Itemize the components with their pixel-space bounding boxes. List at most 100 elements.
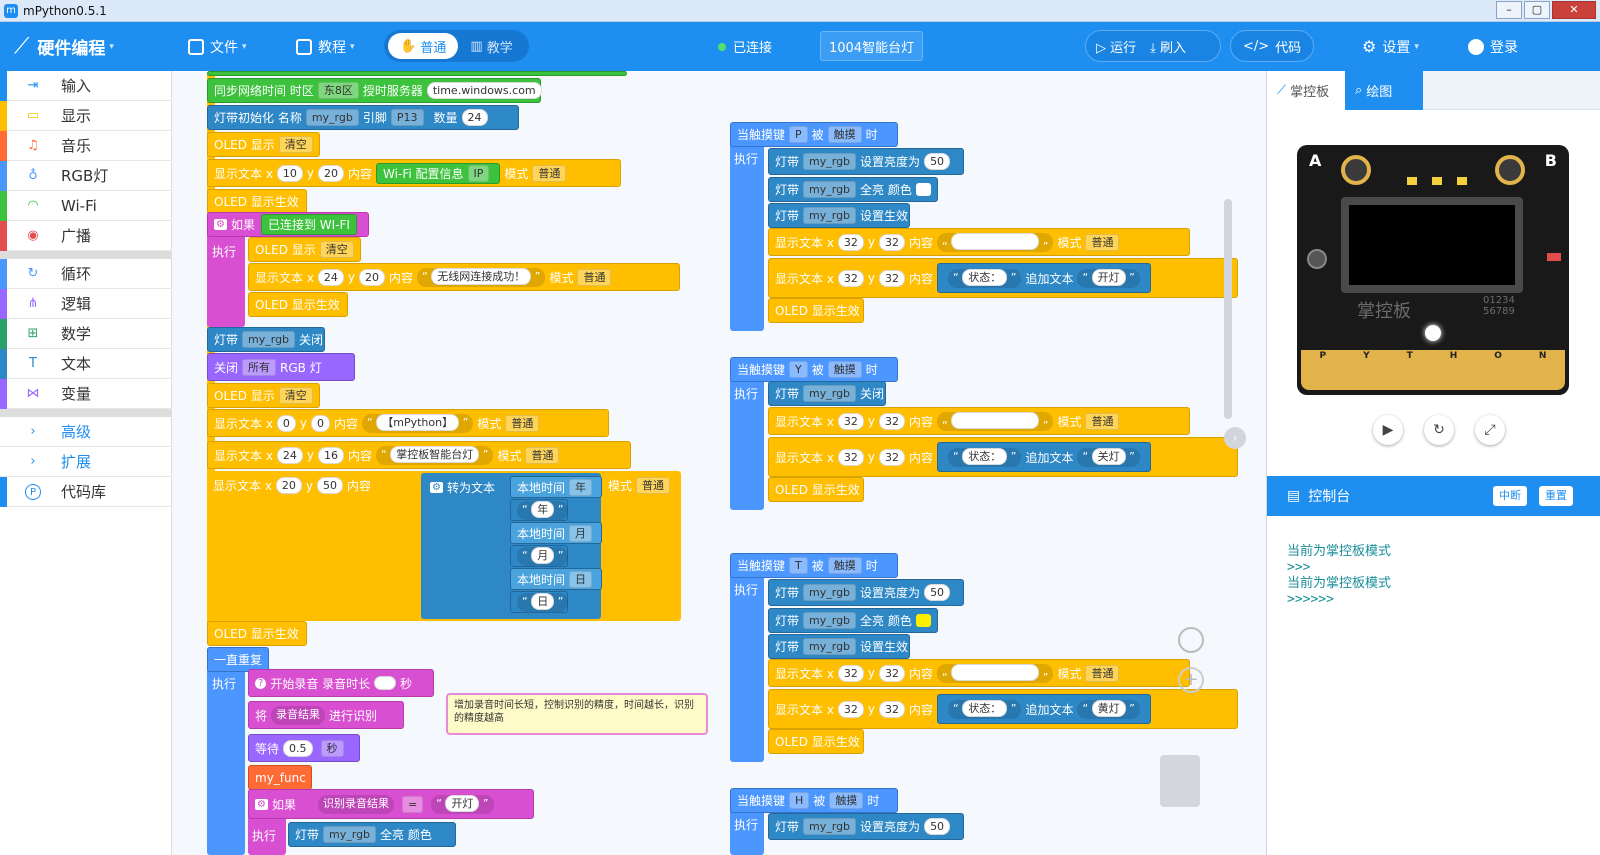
category-extension[interactable]: › 扩展 (0, 447, 172, 477)
y-strip-off[interactable]: 灯带 my_rgb 关闭 (768, 381, 886, 406)
block-close-rgb[interactable]: 关闭 所有 RGB 灯 (207, 353, 355, 381)
text-day[interactable]: “ 日 ” (510, 591, 569, 613)
collapse-panel-chevron-icon[interactable]: › (1224, 427, 1246, 449)
fullscreen-icon[interactable]: ⤢ (1475, 415, 1505, 445)
y-show-blank[interactable]: 显示文本 x 32 y 32 内容 “ ” 模式 普通 (768, 407, 1190, 435)
block-strip-on-color[interactable]: 灯带 my_rgb 全亮 颜色 (288, 822, 456, 847)
button-b[interactable] (1495, 155, 1525, 185)
category-wifi[interactable]: ◠ Wi-Fi (0, 191, 172, 221)
t-show-blank[interactable]: 显示文本 x 32 y 32 内容 “ ” 模式 普通 (768, 659, 1190, 687)
category-display[interactable]: ▭ 显示 (0, 101, 172, 131)
block-strip-off[interactable]: 灯带 my_rgb 关闭 (207, 327, 325, 352)
category-rgb[interactable]: ♁ RGB灯 (0, 161, 172, 191)
center-target-icon[interactable] (1178, 627, 1204, 653)
block-strip-init[interactable]: 灯带初始化 名称 my_rgb 引脚 P13 数量 24 (207, 105, 519, 130)
restart-icon[interactable]: ↻ (1424, 415, 1454, 445)
block-wait[interactable]: 等待 0.5 秒 (248, 734, 360, 762)
button-a[interactable] (1341, 155, 1371, 185)
play-icon[interactable]: ▶ (1373, 415, 1403, 445)
if-voice-do-label: 执行 (252, 829, 277, 843)
category-broadcast[interactable]: ◉ 广播 (0, 221, 172, 251)
block-touch-y[interactable]: 当触摸键 Y 被触摸时 (730, 357, 898, 382)
p-strip-color[interactable]: 灯带 my_rgb 全亮 颜色 (768, 177, 938, 202)
console-output[interactable]: 当前为掌控板模式 >>> 当前为掌控板模式 >>>>>> (1267, 516, 1600, 855)
category-text[interactable]: T 文本 (0, 349, 172, 379)
mode-teach-button[interactable]: ▥ 教学 (458, 33, 524, 59)
blockly-workspace[interactable]: 同步网络时间 时区 东8区 授时服务器 time.windows.com 灯带初始化 … (172, 71, 1266, 855)
block-oled-show-1[interactable]: OLED 显示生效 (207, 189, 307, 214)
block-my-func[interactable]: my_func (248, 765, 312, 790)
tab-draw[interactable]: ⌕ 绘图 (1345, 71, 1423, 110)
block-oled-show-2[interactable]: OLED 显示生效 (248, 292, 348, 317)
t-strip-color[interactable]: 灯带 my_rgb 全亮 颜色 (768, 608, 938, 633)
category-loop[interactable]: ↻ 循环 (0, 259, 172, 289)
maximize-button[interactable]: ▢ (1524, 1, 1550, 19)
variable-icon: ⋈ (26, 386, 40, 401)
help-icon: ? (255, 677, 267, 689)
block-oled-clear[interactable]: OLED 显示 清空 (207, 132, 320, 157)
login-button[interactable]: 登录 (1468, 22, 1518, 71)
category-variable[interactable]: ⋈ 变量 (0, 379, 172, 409)
category-math[interactable]: ⊞ 数学 (0, 319, 172, 349)
block-oled-clear-3[interactable]: OLED 显示 清空 (207, 383, 320, 408)
local-time-month[interactable]: 本地时间月 (510, 522, 602, 544)
block-ntp-sync[interactable]: 同步网络时间 时区 东8区 授时服务器 time.windows.com (207, 78, 542, 103)
block-if-wifi[interactable]: ⚙ 如果 已连接到 WI-FI (207, 212, 369, 237)
if-do-label: 执行 (212, 245, 237, 259)
block-top-stub[interactable] (207, 71, 627, 76)
block-touch-t[interactable]: 当触摸键 T 被触摸时 (730, 553, 898, 578)
local-time-year[interactable]: 本地时间年 (510, 476, 602, 498)
flash-button[interactable]: ⤓ 刷入 (1150, 37, 1186, 56)
t-strip-apply[interactable]: 灯带 my_rgb 设置生效 (768, 634, 910, 659)
chevron-right-icon: › (30, 454, 36, 469)
trash-icon[interactable] (1160, 755, 1200, 807)
run-button[interactable]: ▷ 运行 (1096, 37, 1136, 56)
color-swatch-white (915, 183, 931, 196)
block-show-wifi-success[interactable]: 显示文本 x 24 y 20 内容 “ 无线网连接成功！ ” 模式 普通 (248, 263, 680, 291)
brand-menu[interactable]: ⟋ 硬件编程 ▾ (14, 22, 114, 71)
close-window-button[interactable]: ✕ (1552, 1, 1596, 19)
text-year[interactable]: “ 年 ” (510, 499, 569, 521)
file-menu[interactable]: 文件 ▾ (188, 22, 247, 71)
p-oled-show[interactable]: OLED 显示生效 (768, 298, 864, 323)
block-show-lamp-title[interactable]: 显示文本 x 24 y 16 内容 “ 掌控板智能台灯 ” 模式 普通 (207, 441, 631, 469)
block-touch-p[interactable]: 当触摸键 P 被触摸时 (730, 122, 898, 147)
category-logic[interactable]: ⋔ 逻辑 (0, 289, 172, 319)
block-set-record-result[interactable]: 将录音结果 进行识别 (248, 701, 404, 729)
p-show-blank[interactable]: 显示文本 x 32 y 32 内容 “ ” 模式 普通 (768, 228, 1190, 256)
block-show-wifi-info[interactable]: 显示文本 x 10 y 20 内容 Wi-Fi 配置信息 IP 模式 普通 (207, 159, 621, 187)
comment-note[interactable]: 增加录音时间长短，控制识别的精度，时间越长，识别的精度越高 (446, 693, 708, 735)
tutorial-menu[interactable]: 教程 ▾ (296, 22, 355, 71)
y-oled-show[interactable]: OLED 显示生效 (768, 477, 864, 502)
text-month[interactable]: “ 月 ” (510, 545, 569, 567)
block-oled-show-3[interactable]: OLED 显示生效 (207, 621, 307, 646)
p-strip-brightness[interactable]: 灯带 my_rgb 设置亮度为 50 (768, 148, 964, 175)
category-advanced[interactable]: › 高级 (0, 417, 172, 447)
device-name-button[interactable]: 1004智能台灯 (820, 31, 924, 61)
h-strip-brightness[interactable]: 灯带 my_rgb 设置亮度为 50 (768, 813, 964, 840)
category-input[interactable]: ⇥ 输入 (0, 71, 172, 101)
settings-menu[interactable]: ⚙ 设置 ▾ (1362, 22, 1419, 71)
block-if-voice[interactable]: ⚙ 如果 识别录音结果 = “ 开灯 ” (248, 789, 534, 819)
t-strip-brightness[interactable]: 灯带 my_rgb 设置亮度为 50 (768, 579, 964, 606)
y-show-status[interactable]: 显示文本 x 32 y 32 内容 “ 状态： ” 追加文本 “ 关灯 ” (768, 437, 1238, 477)
tab-board[interactable]: ⟋ 掌控板 (1267, 71, 1345, 110)
category-music[interactable]: ♫ 音乐 (0, 131, 172, 161)
p-strip-apply[interactable]: 灯带 my_rgb 设置生效 (768, 203, 910, 228)
reset-button[interactable]: 重置 (1539, 486, 1573, 506)
code-button[interactable]: </> 代码 (1230, 30, 1315, 62)
block-show-mpython[interactable]: 显示文本 x 0 y 0 内容 “ 【mPython】 ” 模式 普通 (207, 409, 609, 437)
block-oled-clear-2[interactable]: OLED 显示 清空 (248, 237, 361, 262)
interrupt-button[interactable]: 中断 (1493, 486, 1527, 506)
category-codelib[interactable]: P 代码库 (0, 477, 172, 507)
t-show-status[interactable]: 显示文本 x 32 y 32 内容 “ 状态： ” 追加文本 “ 黄灯 ” (768, 689, 1238, 729)
zoom-in-icon[interactable]: + (1178, 667, 1204, 693)
block-start-record[interactable]: ? 开始录音 录音时长秒 (248, 669, 434, 697)
minimize-button[interactable]: – (1496, 1, 1522, 19)
local-time-day[interactable]: 本地时间日 (510, 568, 602, 590)
p-show-status[interactable]: 显示文本 x 32 y 32 内容 “ 状态： ” 追加文本 “ 开灯 ” (768, 258, 1238, 298)
t-oled-show[interactable]: OLED 显示生效 (768, 729, 864, 754)
mode-normal-button[interactable]: ✋ 普通 (388, 33, 459, 59)
block-touch-h[interactable]: 当触摸键 H 被触摸时 (730, 788, 898, 813)
vertical-scrollbar[interactable] (1224, 199, 1232, 419)
